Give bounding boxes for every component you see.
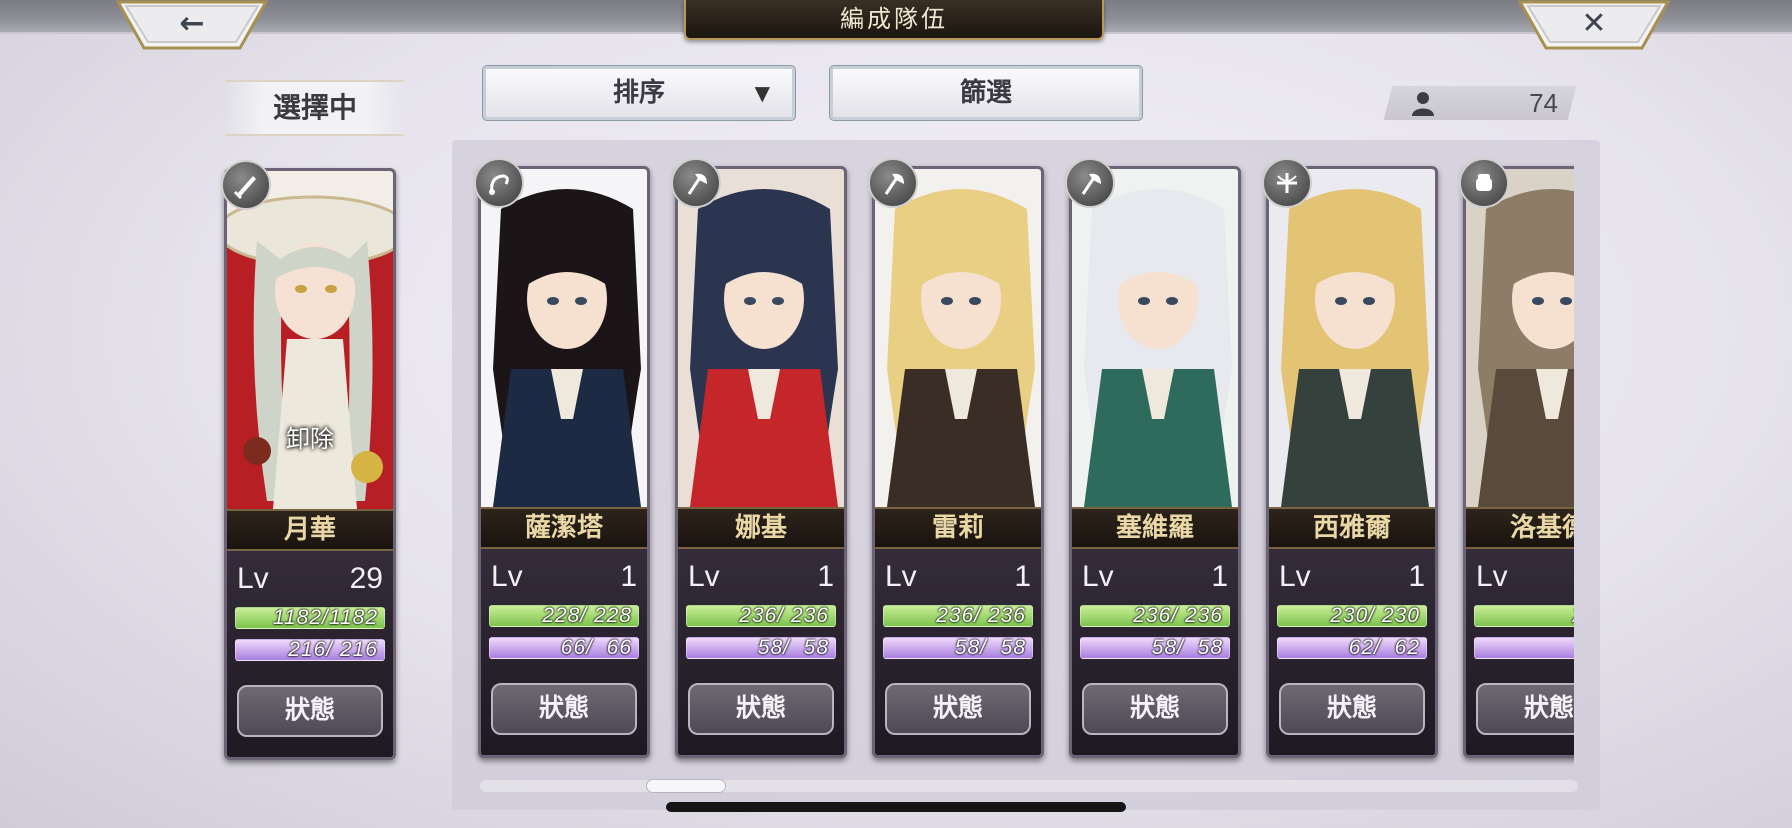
portrait-art <box>875 169 1041 507</box>
character-card[interactable]: 娜基 Lv 1 236/ 236 58/ 58 狀態 <box>675 166 847 758</box>
portrait-art <box>227 171 393 509</box>
character-card[interactable]: 塞維羅 Lv 1 236/ 236 58/ 58 狀態 <box>1069 166 1241 758</box>
status-button[interactable]: 狀態 <box>688 683 834 735</box>
person-icon <box>1410 90 1436 116</box>
status-button[interactable]: 狀態 <box>491 683 637 735</box>
character-card[interactable]: 雷莉 Lv 1 236/ 236 58/ 58 狀態 <box>872 166 1044 758</box>
level-value: 1 <box>1408 560 1425 593</box>
character-card[interactable]: 西雅爾 Lv 1 230/ 230 62/ 62 狀態 <box>1266 166 1438 758</box>
character-card[interactable]: 洛基德 Lv 236/ 58/ 狀態 <box>1463 166 1574 758</box>
level-label: Lv <box>1279 560 1311 593</box>
level-value: 1 <box>620 560 637 593</box>
sword-icon <box>221 160 271 210</box>
portrait-art <box>1072 169 1238 507</box>
level-value: 29 <box>349 562 383 595</box>
sort-dropdown[interactable]: 排序 ▼ <box>482 65 796 121</box>
level-value: 1 <box>1211 560 1228 593</box>
mp-bar: 66/ 66 <box>489 637 639 659</box>
level-label: Lv <box>885 560 917 593</box>
status-button[interactable]: 狀態 <box>1082 683 1228 735</box>
level-value: 1 <box>817 560 834 593</box>
screen-title: 編成隊伍 <box>684 0 1104 40</box>
mp-bar: 58/ <box>1474 637 1574 659</box>
character-portrait <box>1072 169 1238 507</box>
whip-icon <box>474 158 524 208</box>
level-label: Lv <box>1476 560 1508 593</box>
mp-bar: 58/ 58 <box>686 637 836 659</box>
selected-character-card[interactable]: 卸除 月華 Lv 29 1182/1182 216/ 216 狀態 <box>224 168 396 760</box>
owned-count-value: 74 <box>1529 87 1558 118</box>
status-button[interactable]: 狀態 <box>1279 683 1425 735</box>
hp-bar: 228/ 228 <box>489 605 639 627</box>
arrow-left-icon: ← <box>179 5 205 41</box>
release-label: 卸除 <box>286 425 334 453</box>
level-row: Lv 1 <box>688 559 834 595</box>
status-button[interactable]: 狀態 <box>1476 683 1574 735</box>
portrait-art <box>1269 169 1435 507</box>
level-label: Lv <box>237 562 269 595</box>
character-portrait <box>1466 169 1574 507</box>
selected-label: 選擇中 <box>226 80 404 136</box>
level-label: Lv <box>1082 560 1114 593</box>
status-button[interactable]: 狀態 <box>237 685 383 737</box>
hp-bar: 236/ 236 <box>686 605 836 627</box>
scrollbar-thumb[interactable] <box>646 779 726 793</box>
character-name: 洛基德 <box>1466 507 1574 549</box>
hp-bar: 236/ <box>1474 605 1574 627</box>
close-button[interactable]: ✕ <box>1518 0 1670 50</box>
mp-bar: 58/ 58 <box>883 637 1033 659</box>
home-indicator <box>666 802 1126 812</box>
level-row: Lv 29 <box>237 561 383 597</box>
character-list[interactable]: 薩潔塔 Lv 1 228/ 228 66/ 66 狀態 娜基 Lv 1 236/… <box>470 150 1574 770</box>
back-button[interactable]: ← <box>116 0 268 50</box>
mp-bar: 58/ 58 <box>1080 637 1230 659</box>
level-row: Lv 1 <box>1082 559 1228 595</box>
chevron-down-icon: ▼ <box>754 81 770 105</box>
fist-icon <box>1459 158 1509 208</box>
hp-bar: 1182/1182 <box>235 607 385 629</box>
level-label: Lv <box>491 560 523 593</box>
portrait-art <box>481 169 647 507</box>
portrait-art <box>678 169 844 507</box>
axe-icon <box>1065 158 1115 208</box>
horizontal-scrollbar[interactable] <box>480 780 1578 792</box>
hp-bar: 236/ 236 <box>883 605 1033 627</box>
portrait-art <box>1466 169 1574 507</box>
axe-icon <box>868 158 918 208</box>
character-name: 雷莉 <box>875 507 1041 549</box>
level-row: Lv 1 <box>1279 559 1425 595</box>
character-portrait <box>678 169 844 507</box>
level-label: Lv <box>688 560 720 593</box>
character-name: 月華 <box>227 509 393 551</box>
character-name: 塞維羅 <box>1072 507 1238 549</box>
character-name: 娜基 <box>678 507 844 549</box>
filter-label: 篩選 <box>959 78 1012 108</box>
status-button[interactable]: 狀態 <box>885 683 1031 735</box>
mp-bar: 62/ 62 <box>1277 637 1427 659</box>
mp-bar: 216/ 216 <box>235 639 385 661</box>
level-row: Lv <box>1476 559 1574 595</box>
character-portrait <box>481 169 647 507</box>
level-row: Lv 1 <box>491 559 637 595</box>
close-icon: ✕ <box>1581 5 1607 41</box>
hp-bar: 236/ 236 <box>1080 605 1230 627</box>
sort-label: 排序 <box>612 78 665 108</box>
character-portrait: 卸除 <box>227 171 393 509</box>
character-card[interactable]: 薩潔塔 Lv 1 228/ 228 66/ 66 狀態 <box>478 166 650 758</box>
character-portrait <box>875 169 1041 507</box>
level-value: 1 <box>1014 560 1031 593</box>
character-name: 薩潔塔 <box>481 507 647 549</box>
level-row: Lv 1 <box>885 559 1031 595</box>
filter-button[interactable]: 篩選 <box>829 65 1143 121</box>
crossbow-icon <box>1262 158 1312 208</box>
axe-icon <box>671 158 721 208</box>
owned-count: 74 <box>1398 86 1568 120</box>
character-portrait <box>1269 169 1435 507</box>
character-name: 西雅爾 <box>1269 507 1435 549</box>
hp-bar: 230/ 230 <box>1277 605 1427 627</box>
